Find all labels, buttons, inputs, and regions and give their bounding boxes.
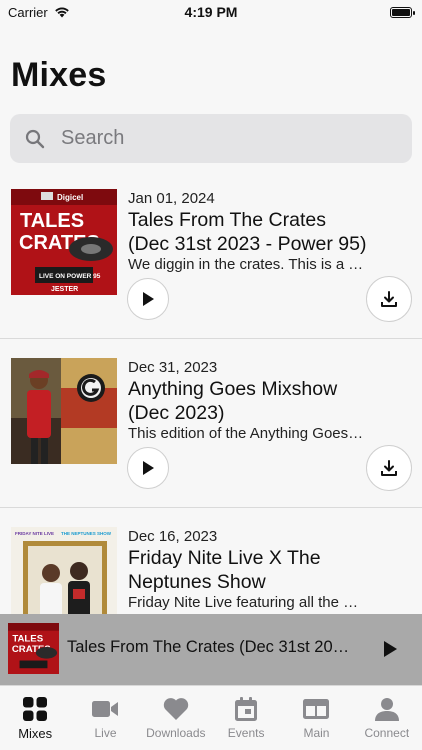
tab-mixes[interactable]: Mixes — [0, 686, 70, 750]
mix-date: Dec 31, 2023 — [128, 359, 218, 376]
mix-list[interactable]: Digicel TALES CRATES LIVE ON POWER 95 JE… — [0, 170, 422, 677]
tab-live[interactable]: Live — [70, 686, 140, 750]
svg-text:THE NEPTUNES SHOW: THE NEPTUNES SHOW — [61, 531, 112, 536]
status-left: Carrier — [8, 5, 70, 20]
svg-text:TALES: TALES — [20, 210, 84, 232]
calendar-icon — [232, 695, 260, 723]
mix-artwork[interactable]: Digicel TALES CRATES LIVE ON POWER 95 JE… — [11, 189, 117, 295]
list-item[interactable]: Digicel TALES CRATES LIVE ON POWER 95 JE… — [0, 170, 422, 339]
status-bar: Carrier 4:19 PM — [0, 0, 422, 24]
browser-window-icon — [302, 695, 330, 723]
play-button[interactable] — [127, 278, 169, 320]
mix-date: Jan 01, 2024 — [128, 190, 215, 207]
wifi-icon — [54, 7, 69, 18]
mix-title[interactable]: Tales From The Crates (Dec 31st 2023 - P… — [128, 208, 368, 256]
svg-text:Digicel: Digicel — [57, 193, 83, 202]
search-bar[interactable] — [10, 114, 412, 163]
now-playing-title[interactable]: Tales From The Crates (Dec 31st 2023 - P… — [67, 638, 357, 657]
now-playing-bar[interactable]: TALES CRATES Tales From The Crates (Dec … — [0, 614, 422, 685]
list-item[interactable]: Dec 31, 2023 Anything Goes Mixshow (Dec … — [0, 339, 422, 508]
search-input[interactable] — [61, 127, 381, 150]
mix-description: Friday Nite Live featuring all the Neptu… — [128, 594, 364, 611]
svg-text:LIVE ON POWER 95: LIVE ON POWER 95 — [39, 273, 101, 280]
play-icon — [143, 461, 154, 475]
mix-title[interactable]: Anything Goes Mixshow (Dec 2023) — [128, 377, 368, 425]
play-icon — [143, 292, 154, 306]
heart-icon — [162, 695, 190, 723]
svg-text:FRIDAY NITE LIVE: FRIDAY NITE LIVE — [15, 531, 54, 536]
tab-connect[interactable]: Connect — [352, 686, 422, 750]
tab-events[interactable]: Events — [211, 686, 281, 750]
tab-label: Downloads — [146, 726, 206, 740]
mix-description: We diggin in the crates. This is a Tales… — [128, 256, 364, 273]
download-icon — [381, 291, 397, 307]
tab-downloads[interactable]: Downloads — [141, 686, 211, 750]
tab-label: Events — [227, 726, 265, 740]
now-playing-play-button[interactable] — [378, 636, 402, 662]
battery-icon — [390, 6, 415, 18]
person-icon — [373, 695, 401, 723]
carrier-label: Carrier — [8, 4, 48, 20]
tab-label: Main — [303, 726, 330, 740]
play-button[interactable] — [127, 447, 169, 489]
mix-description: This edition of the Anything Goes Mixsho… — [128, 425, 364, 442]
mix-date: Dec 16, 2023 — [128, 528, 218, 545]
mix-title[interactable]: Friday Nite Live X The Neptunes Show — [128, 546, 368, 594]
download-button[interactable] — [366, 276, 412, 322]
tab-label: Connect — [364, 726, 410, 740]
tab-label: Mixes — [18, 726, 53, 741]
page-title: Mixes — [11, 56, 107, 94]
tab-bar: Mixes Live Downloads Events Main Connect — [0, 685, 422, 750]
svg-text:JESTER: JESTER — [51, 286, 78, 293]
download-icon — [381, 460, 397, 476]
play-icon — [384, 641, 397, 657]
search-icon — [25, 129, 45, 148]
tab-main[interactable]: Main — [281, 686, 351, 750]
now-playing-artwork[interactable]: TALES CRATES — [8, 623, 59, 674]
download-button[interactable] — [366, 445, 412, 491]
svg-text:TALES: TALES — [12, 633, 43, 644]
grid-icon — [21, 695, 49, 723]
mix-artwork[interactable] — [11, 358, 117, 464]
tab-label: Live — [94, 726, 117, 740]
video-camera-icon — [91, 695, 119, 723]
